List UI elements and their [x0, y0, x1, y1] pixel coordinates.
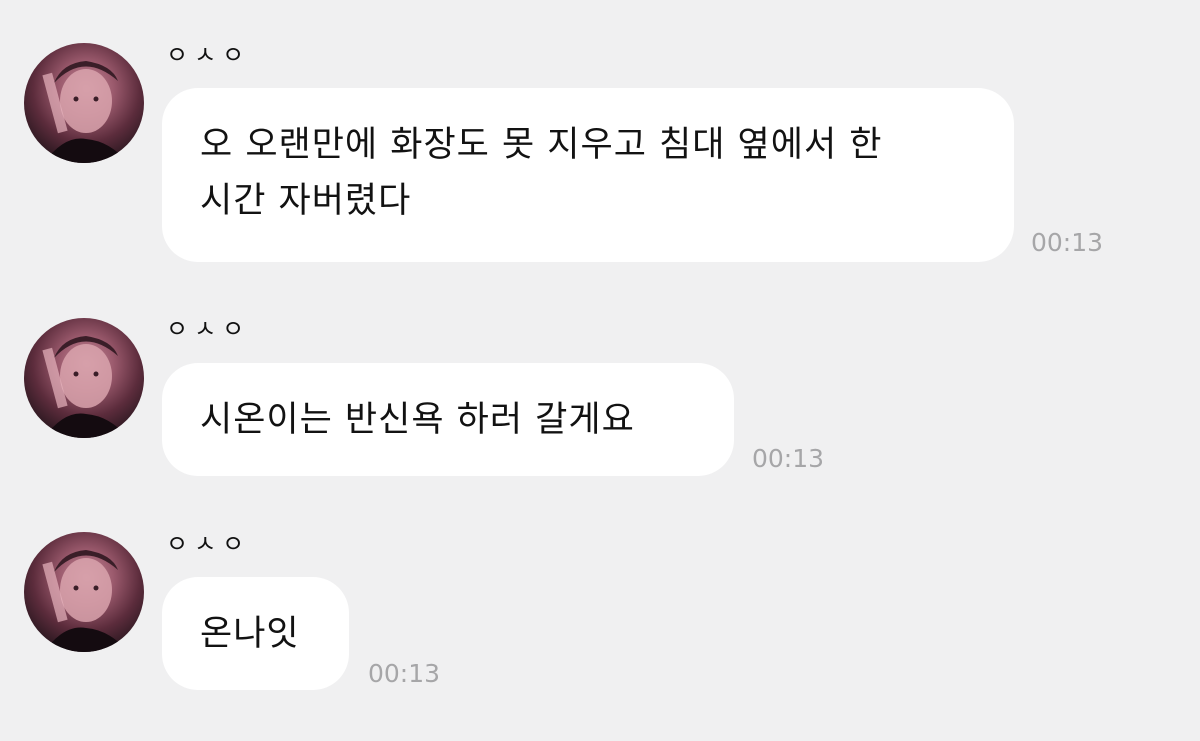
chat-view: ㅇㅅㅇ 오 오랜만에 화장도 못 지우고 침대 옆에서 한 시간 자버렸다 00… [0, 0, 1200, 741]
avatar[interactable] [24, 318, 144, 438]
avatar[interactable] [24, 43, 144, 163]
avatar[interactable] [24, 532, 144, 652]
message-timestamp: 00:13 [752, 444, 825, 473]
message-timestamp: 00:13 [1031, 228, 1104, 257]
message-bubble[interactable]: 시온이는 반신욕 하러 갈게요 [162, 363, 734, 476]
sender-name: ㅇㅅㅇ [166, 315, 251, 343]
profile-photo-icon [42, 61, 128, 163]
profile-photo-icon [42, 550, 128, 652]
message-bubble[interactable]: 오 오랜만에 화장도 못 지우고 침대 옆에서 한 시간 자버렸다 [162, 88, 1014, 262]
sender-name: ㅇㅅㅇ [166, 530, 251, 558]
message-timestamp: 00:13 [368, 659, 441, 688]
sender-name: ㅇㅅㅇ [166, 41, 251, 69]
profile-photo-icon [42, 336, 128, 438]
message-bubble[interactable]: 온나잇 [162, 577, 349, 690]
